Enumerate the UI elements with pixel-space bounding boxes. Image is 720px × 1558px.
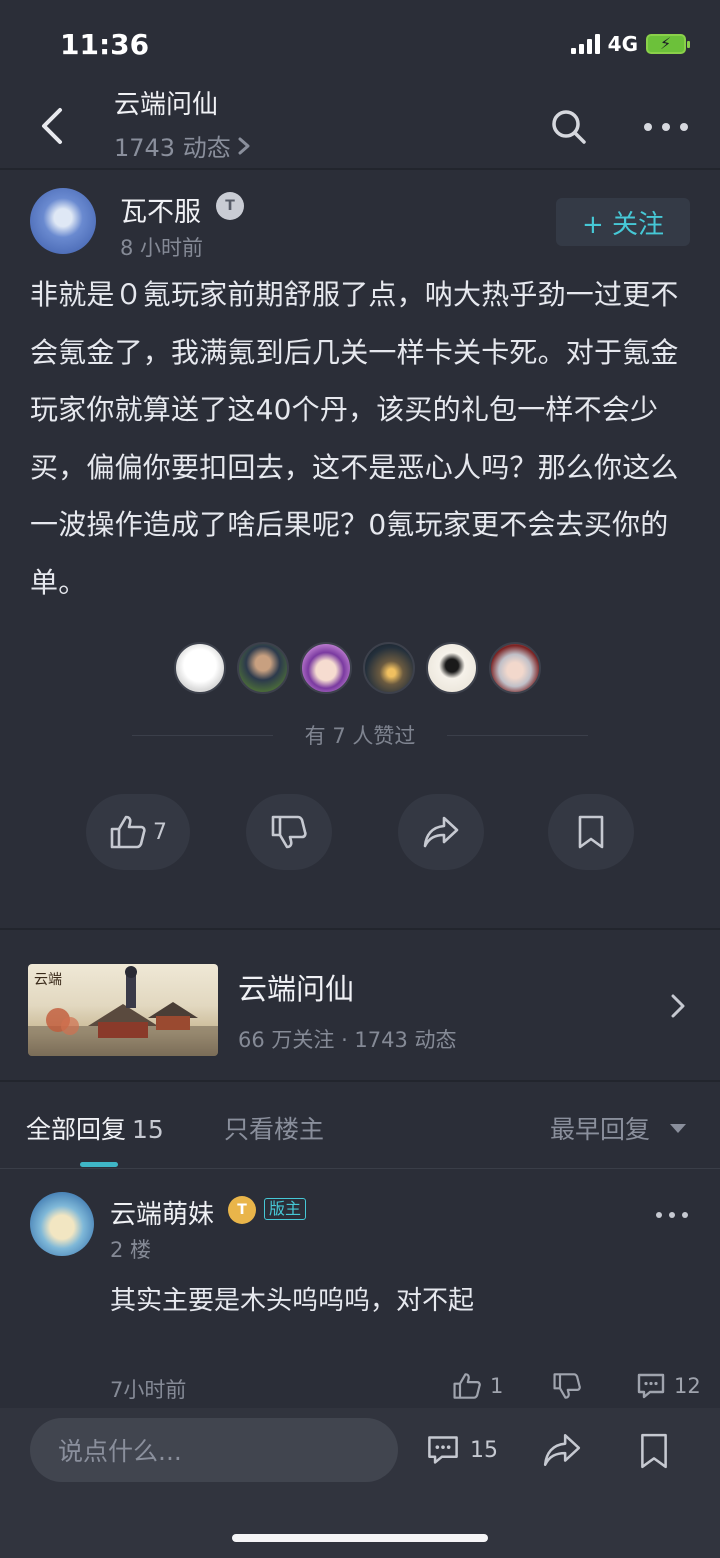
bottom-bookmark-button[interactable]: [638, 1432, 670, 1470]
network-label: 4G: [607, 32, 638, 56]
page-title[interactable]: 云端问仙: [114, 84, 218, 121]
more-dot: [669, 1212, 675, 1218]
more-dot: [644, 123, 652, 131]
forum-activity-count: 1743 动态: [114, 134, 231, 162]
author-name[interactable]: 瓦不服: [120, 190, 201, 229]
tab-owner-only[interactable]: 只看楼主: [224, 1110, 324, 1146]
tab-all-replies-label: 全部回复: [26, 1115, 127, 1144]
post-body: 非就是０氪玩家前期舒服了点，呐大热乎劲一过更不会氪金了，我满氪到后几关一样卡关卡…: [30, 278, 679, 599]
battery-icon: ⚡: [646, 34, 690, 54]
home-indicator[interactable]: [232, 1534, 488, 1542]
status-indicators: 4G ⚡: [570, 32, 690, 56]
caret-down-icon: [670, 1123, 687, 1133]
reply-like-count: 1: [490, 1374, 504, 1398]
thumbs-up-icon: [110, 815, 146, 849]
liker-avatar[interactable]: [363, 642, 415, 694]
more-dot: [656, 1212, 662, 1218]
reply-text: 其实主要是木头呜呜呜，对不起: [110, 1286, 475, 1316]
share-icon: [543, 1434, 581, 1466]
more-dot: [682, 1212, 688, 1218]
likes-summary-row: 有 7 人赞过: [132, 720, 588, 750]
divider-line: [132, 734, 273, 736]
likes-summary: 有 7 人赞过: [304, 724, 416, 748]
back-button[interactable]: [36, 106, 70, 146]
chevron-right-icon: [238, 137, 250, 154]
like-button[interactable]: 7: [86, 794, 190, 870]
forum-activity-link[interactable]: 1743 动态: [114, 128, 251, 163]
author-avatar[interactable]: [30, 188, 96, 254]
forum-thumbnail[interactable]: 云端: [28, 964, 218, 1056]
signal-icon: [570, 34, 600, 54]
status-time: 11:36: [60, 28, 150, 61]
liker-avatar[interactable]: [426, 642, 478, 694]
bookmark-icon: [578, 815, 604, 849]
tab-all-replies-count: 15: [132, 1115, 164, 1144]
share-icon: [423, 816, 459, 848]
moderator-badge: 版主: [264, 1198, 307, 1220]
liker-avatar[interactable]: [237, 642, 289, 694]
bottom-share-button[interactable]: [542, 1432, 582, 1468]
forum-stats: 66 万关注 · 1743 动态: [238, 1028, 457, 1052]
comments-button[interactable]: 15: [426, 1434, 498, 1466]
section-divider: [0, 1080, 720, 1082]
search-icon: [552, 110, 586, 144]
chevron-right-icon: [671, 994, 685, 1018]
liker-avatar[interactable]: [174, 642, 226, 694]
search-button[interactable]: [548, 106, 588, 146]
bookmark-button[interactable]: [548, 794, 634, 870]
chevron-left-icon: [42, 108, 62, 144]
like-count: 7: [153, 819, 167, 845]
more-options-button[interactable]: [644, 112, 688, 142]
reply-time: 7小时前: [110, 1378, 187, 1402]
share-button[interactable]: [398, 794, 484, 870]
section-divider: [0, 928, 720, 930]
reply-author-name[interactable]: 云端萌妹: [110, 1194, 214, 1231]
reply-more-button[interactable]: [656, 1212, 688, 1222]
forum-banner-image: 云端: [28, 966, 218, 1056]
reply-author-avatar[interactable]: [30, 1192, 94, 1256]
author-level-badge: T: [216, 192, 244, 220]
header-divider: [0, 168, 720, 170]
comment-icon: [637, 1373, 665, 1399]
divider-line: [447, 734, 588, 736]
forum-open-button[interactable]: [666, 992, 690, 1020]
liker-avatar[interactable]: [489, 642, 541, 694]
more-dot: [662, 123, 670, 131]
comment-input[interactable]: 说点什么...: [30, 1418, 398, 1482]
svg-text:云端: 云端: [34, 972, 62, 988]
reply-comment-button[interactable]: 12: [636, 1372, 701, 1400]
post-time: 8 小时前: [120, 236, 204, 260]
section-divider: [0, 1168, 720, 1169]
sort-dropdown[interactable]: 最早回复: [550, 1110, 687, 1146]
thumbs-down-icon: [271, 815, 307, 849]
reply-level-badge: T: [228, 1196, 256, 1224]
active-tab-indicator: [80, 1162, 118, 1167]
follow-button[interactable]: + 关注: [556, 198, 690, 246]
bottom-comment-count: 15: [470, 1437, 498, 1463]
bookmark-icon: [641, 1433, 667, 1469]
sort-label: 最早回复: [550, 1115, 651, 1144]
tab-all-replies[interactable]: 全部回复 15: [26, 1110, 164, 1146]
forum-name[interactable]: 云端问仙: [238, 966, 354, 1008]
thumbs-down-icon: [553, 1373, 581, 1399]
reply-dislike-button[interactable]: [552, 1372, 582, 1400]
liker-avatars[interactable]: [174, 642, 548, 694]
thumbs-up-icon: [453, 1373, 481, 1399]
reply-floor: 2 楼: [110, 1238, 152, 1262]
comment-icon: [428, 1436, 458, 1464]
reply-like-button[interactable]: 1: [452, 1372, 503, 1400]
liker-avatar[interactable]: [300, 642, 352, 694]
dislike-button[interactable]: [246, 794, 332, 870]
reply-comment-count: 12: [674, 1374, 701, 1398]
more-dot: [680, 123, 688, 131]
